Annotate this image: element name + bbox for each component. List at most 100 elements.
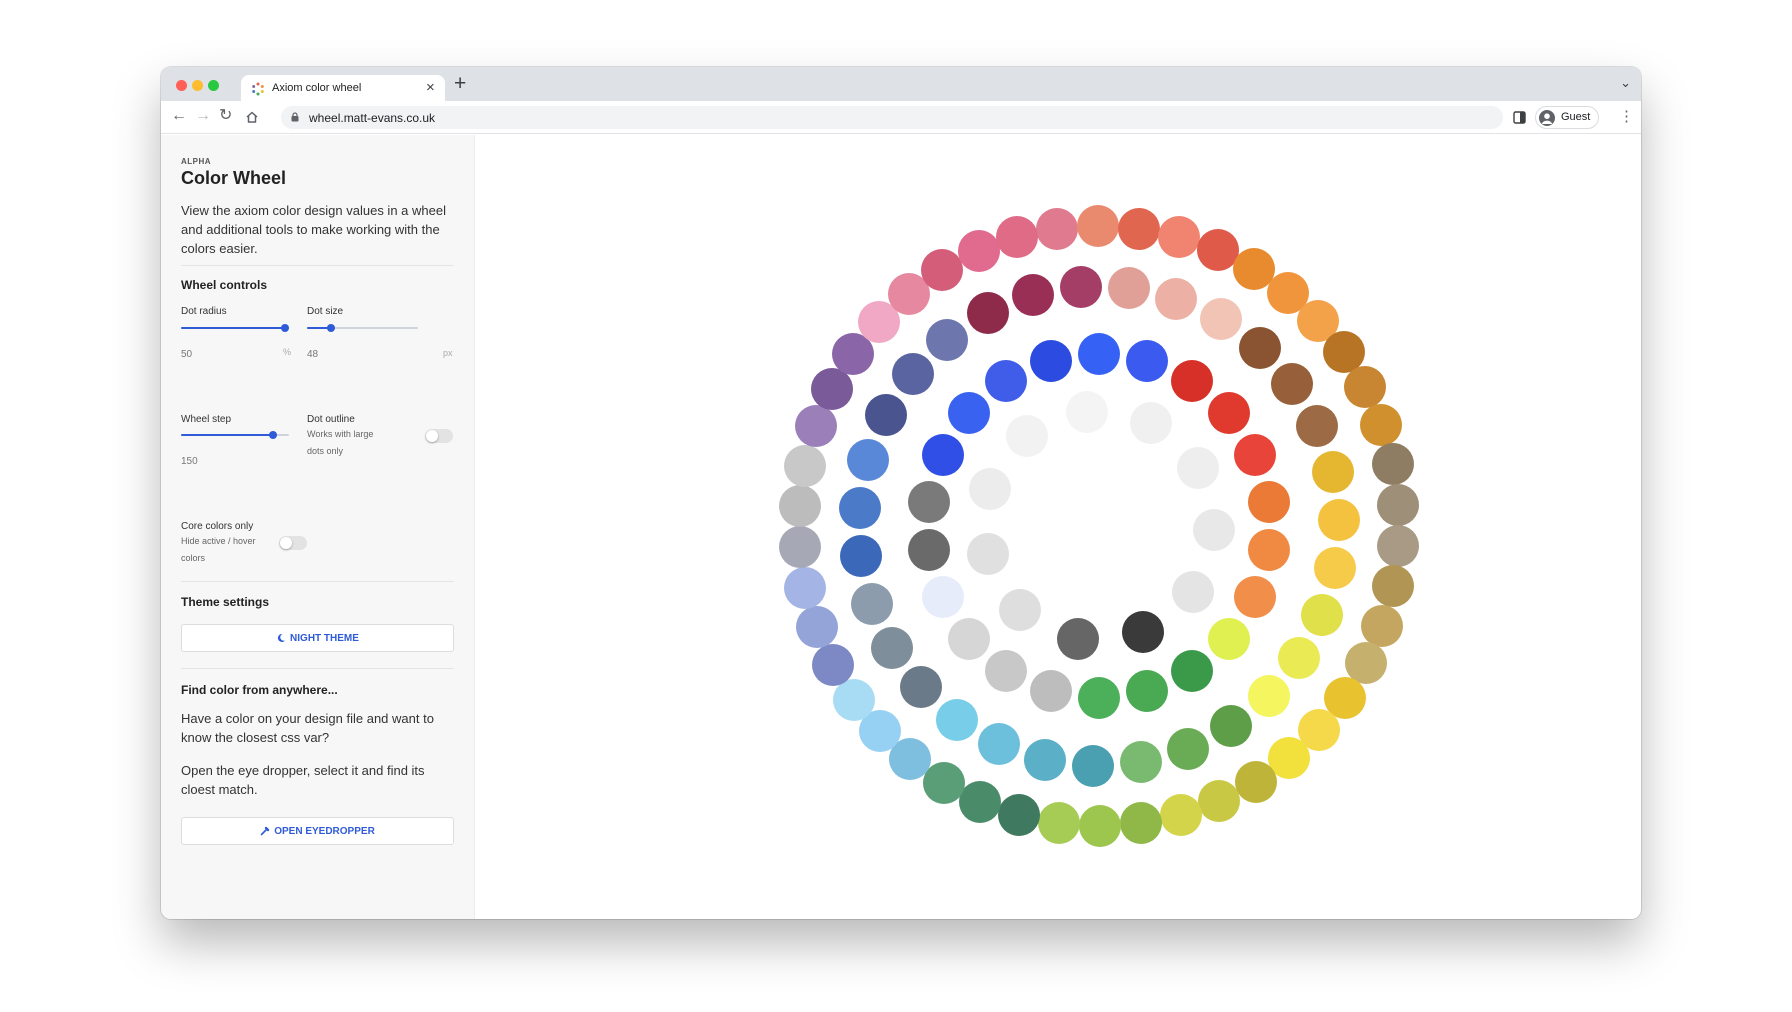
color-dot[interactable] xyxy=(1360,604,1403,647)
color-dot[interactable] xyxy=(921,433,964,476)
color-dot[interactable] xyxy=(1248,529,1291,572)
color-dot[interactable] xyxy=(1207,617,1250,660)
color-dot[interactable] xyxy=(1119,802,1162,845)
slider-thumb[interactable] xyxy=(327,324,335,332)
color-dot[interactable] xyxy=(948,617,990,660)
color-dot[interactable] xyxy=(1172,570,1215,613)
color-dot[interactable] xyxy=(778,526,821,569)
color-dot[interactable] xyxy=(1155,277,1198,320)
color-dot[interactable] xyxy=(1077,205,1120,247)
color-dot[interactable] xyxy=(900,665,942,708)
color-dot[interactable] xyxy=(1296,404,1339,447)
color-dot[interactable] xyxy=(907,529,950,572)
dot-size-slider[interactable] xyxy=(307,324,418,332)
color-dot[interactable] xyxy=(1126,339,1169,382)
night-theme-button[interactable]: NIGHT THEME xyxy=(181,624,454,652)
home-icon[interactable] xyxy=(245,110,259,124)
browser-menu-icon[interactable]: ⋮ xyxy=(1619,107,1634,125)
color-dot[interactable] xyxy=(1198,779,1241,822)
reload-button[interactable]: ↻ xyxy=(219,106,232,126)
color-dot[interactable] xyxy=(1371,443,1414,486)
color-dot[interactable] xyxy=(921,249,964,292)
color-dot[interactable] xyxy=(1065,390,1108,433)
side-panel-icon[interactable] xyxy=(1513,111,1526,124)
color-dot[interactable] xyxy=(871,626,914,669)
color-dot[interactable] xyxy=(891,353,934,396)
color-dot[interactable] xyxy=(996,216,1039,259)
color-dot[interactable] xyxy=(1311,450,1354,493)
tab-search-button[interactable]: ⌄ xyxy=(1620,75,1631,91)
color-dot[interactable] xyxy=(1129,402,1172,445)
color-dot[interactable] xyxy=(838,486,881,529)
color-dot[interactable] xyxy=(812,643,855,686)
color-dot[interactable] xyxy=(926,319,969,362)
browser-tab[interactable]: Axiom color wheel × xyxy=(241,75,445,102)
color-dot[interactable] xyxy=(795,606,838,649)
color-dot[interactable] xyxy=(1078,677,1120,719)
color-dot[interactable] xyxy=(1371,565,1414,608)
address-bar[interactable]: wheel.matt-evans.co.uk xyxy=(281,106,1503,129)
color-dot[interactable] xyxy=(1120,741,1163,784)
color-dot[interactable] xyxy=(966,533,1009,576)
tab-close-icon[interactable]: × xyxy=(426,79,435,97)
color-dot[interactable] xyxy=(1238,326,1281,369)
color-dot[interactable] xyxy=(1177,446,1220,489)
slider-thumb[interactable] xyxy=(269,431,277,439)
color-dot[interactable] xyxy=(865,394,908,436)
color-dot[interactable] xyxy=(921,576,964,619)
minimize-window-button[interactable] xyxy=(192,80,203,91)
color-dot[interactable] xyxy=(1234,760,1277,803)
color-dot[interactable] xyxy=(1170,649,1213,692)
wheel-step-slider[interactable] xyxy=(181,431,289,439)
color-dot[interactable] xyxy=(1271,362,1314,405)
color-dot[interactable] xyxy=(1199,298,1242,341)
back-button[interactable]: ← xyxy=(171,106,187,126)
color-dot[interactable] xyxy=(1126,670,1169,713)
color-dot[interactable] xyxy=(1059,265,1102,308)
color-dot[interactable] xyxy=(1072,744,1115,787)
color-dot[interactable] xyxy=(966,292,1009,335)
new-tab-button[interactable]: + xyxy=(454,73,466,95)
color-dot[interactable] xyxy=(968,468,1011,511)
color-dot[interactable] xyxy=(999,588,1042,631)
color-dot[interactable] xyxy=(1117,207,1160,250)
color-dot[interactable] xyxy=(977,723,1020,766)
color-dot[interactable] xyxy=(1192,509,1235,552)
close-window-button[interactable] xyxy=(176,80,187,91)
color-dot[interactable] xyxy=(1360,403,1403,446)
color-dot[interactable] xyxy=(1314,547,1357,590)
core-colors-toggle[interactable] xyxy=(279,536,307,550)
color-dot[interactable] xyxy=(1078,333,1120,375)
forward-button[interactable]: → xyxy=(195,106,211,126)
color-dot[interactable] xyxy=(1377,483,1420,526)
color-dot[interactable] xyxy=(1023,738,1066,781)
color-dot[interactable] xyxy=(957,230,1000,273)
color-dot[interactable] xyxy=(1317,498,1360,541)
color-dot[interactable] xyxy=(1078,804,1121,847)
dot-outline-toggle[interactable] xyxy=(425,429,453,443)
color-dot[interactable] xyxy=(1108,266,1151,309)
slider-thumb[interactable] xyxy=(281,324,289,332)
color-dot[interactable] xyxy=(1278,636,1321,679)
color-dot[interactable] xyxy=(959,780,1002,823)
color-dot[interactable] xyxy=(1210,705,1253,748)
color-dot[interactable] xyxy=(1248,480,1291,523)
lock-icon[interactable] xyxy=(291,112,299,122)
dot-radius-slider[interactable] xyxy=(181,324,289,332)
color-dot[interactable] xyxy=(1207,392,1250,435)
color-dot[interactable] xyxy=(985,360,1027,403)
profile-button[interactable]: Guest xyxy=(1535,106,1599,129)
color-dot[interactable] xyxy=(1011,274,1054,317)
color-dot[interactable] xyxy=(1029,670,1072,713)
color-dot[interactable] xyxy=(1234,576,1277,619)
color-dot[interactable] xyxy=(1170,360,1213,403)
color-dot[interactable] xyxy=(922,761,965,804)
color-dot[interactable] xyxy=(778,485,821,528)
color-dot[interactable] xyxy=(1247,674,1290,717)
color-dot[interactable] xyxy=(839,535,882,578)
color-dot[interactable] xyxy=(948,392,990,435)
color-dot[interactable] xyxy=(1300,593,1343,636)
color-dot[interactable] xyxy=(1038,802,1081,845)
zoom-window-button[interactable] xyxy=(208,80,219,91)
color-dot[interactable] xyxy=(985,649,1027,692)
